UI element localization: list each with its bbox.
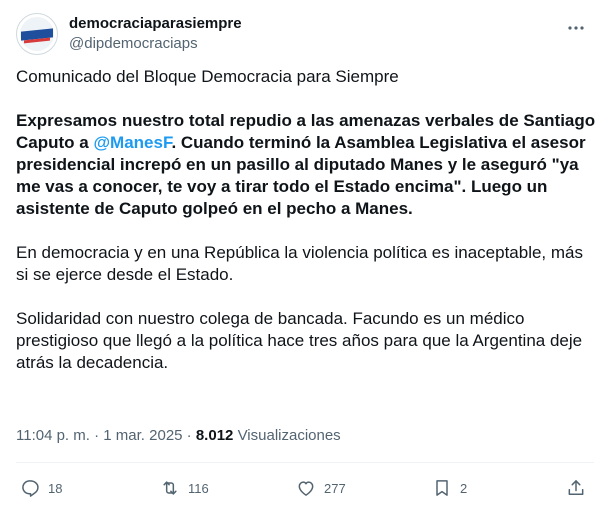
repost-count: 116: [188, 480, 209, 496]
avatar[interactable]: [16, 13, 58, 55]
tweet-date[interactable]: 1 mar. 2025: [103, 427, 182, 444]
avatar-logo: [20, 17, 54, 51]
meta-separator: ·: [94, 427, 100, 444]
like-button[interactable]: 277: [296, 474, 346, 502]
share-icon: [568, 480, 584, 495]
tweet-statement: Expresamos nuestro total repudio a las a…: [16, 110, 596, 220]
action-bar: 18 116 277 2: [16, 474, 594, 502]
bookmark-count: 2: [460, 480, 468, 496]
reply-button[interactable]: 18: [20, 474, 62, 502]
meta-separator-2: ·: [186, 427, 192, 444]
reply-count: 18: [48, 480, 63, 496]
mention-link[interactable]: @ManesF: [93, 133, 171, 152]
reply-icon: [22, 480, 39, 497]
repost-button[interactable]: 116: [160, 474, 209, 502]
views-label: Visualizaciones: [237, 427, 341, 444]
tweet-paragraph-4: Solidaridad con nuestro colega de bancad…: [16, 309, 583, 372]
tweet-paragraph-3: En democracia y en una República la viol…: [16, 243, 583, 284]
tweet-header: democraciaparasiempre @dipdemocraciaps: [16, 10, 594, 58]
like-icon: [298, 481, 314, 496]
tweet-time[interactable]: 11:04 p. m.: [16, 427, 90, 444]
more-button[interactable]: [564, 16, 588, 40]
author-names: democraciaparasiempre @dipdemocraciaps: [69, 14, 242, 54]
bookmark-icon: [436, 480, 448, 496]
author-display-name[interactable]: democraciaparasiempre: [69, 14, 242, 34]
author-handle[interactable]: @dipdemocraciaps: [69, 34, 242, 54]
repost-icon: [163, 481, 177, 495]
views-count: 8.012: [195, 427, 234, 444]
divider: [16, 462, 594, 463]
tweet-card: democraciaparasiempre @dipdemocraciaps C…: [0, 0, 610, 509]
tweet-meta: 11:04 p. m. · 1 mar. 2025 · 8.012 Visual…: [16, 426, 341, 446]
tweet-intro: Comunicado del Bloque Democracia para Si…: [16, 67, 399, 86]
more-icon: [568, 26, 584, 30]
share-button[interactable]: [566, 474, 586, 502]
tweet-text: Comunicado del Bloque Democracia para Si…: [16, 66, 596, 396]
bookmark-button[interactable]: 2: [432, 474, 467, 502]
like-count: 277: [324, 480, 346, 496]
